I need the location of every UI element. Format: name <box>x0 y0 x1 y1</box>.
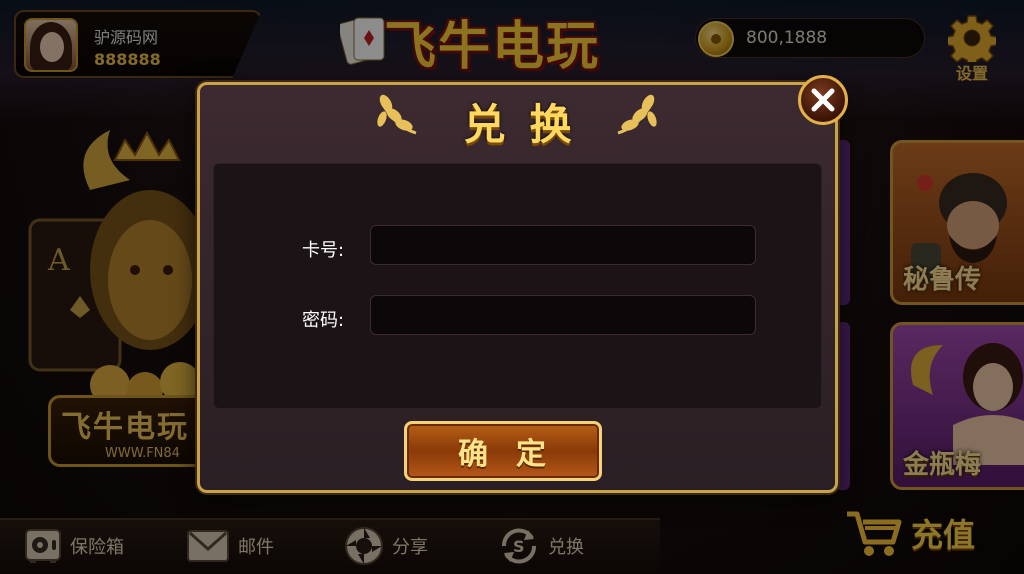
laurel-right-icon <box>617 94 657 135</box>
password-label: 密码: <box>302 310 345 331</box>
card-number-label: 卡号: <box>302 240 345 261</box>
exchange-dialog: 兑换 卡号: 密码: 确定 <box>197 75 848 493</box>
password-field[interactable] <box>370 295 756 335</box>
card-number-field[interactable] <box>370 225 756 265</box>
dialog-title: 兑换 <box>463 100 596 149</box>
close-icon <box>811 88 835 112</box>
form-panel: 卡号: 密码: <box>213 163 822 409</box>
confirm-button[interactable]: 确定 <box>404 421 602 481</box>
close-button[interactable] <box>798 75 848 125</box>
